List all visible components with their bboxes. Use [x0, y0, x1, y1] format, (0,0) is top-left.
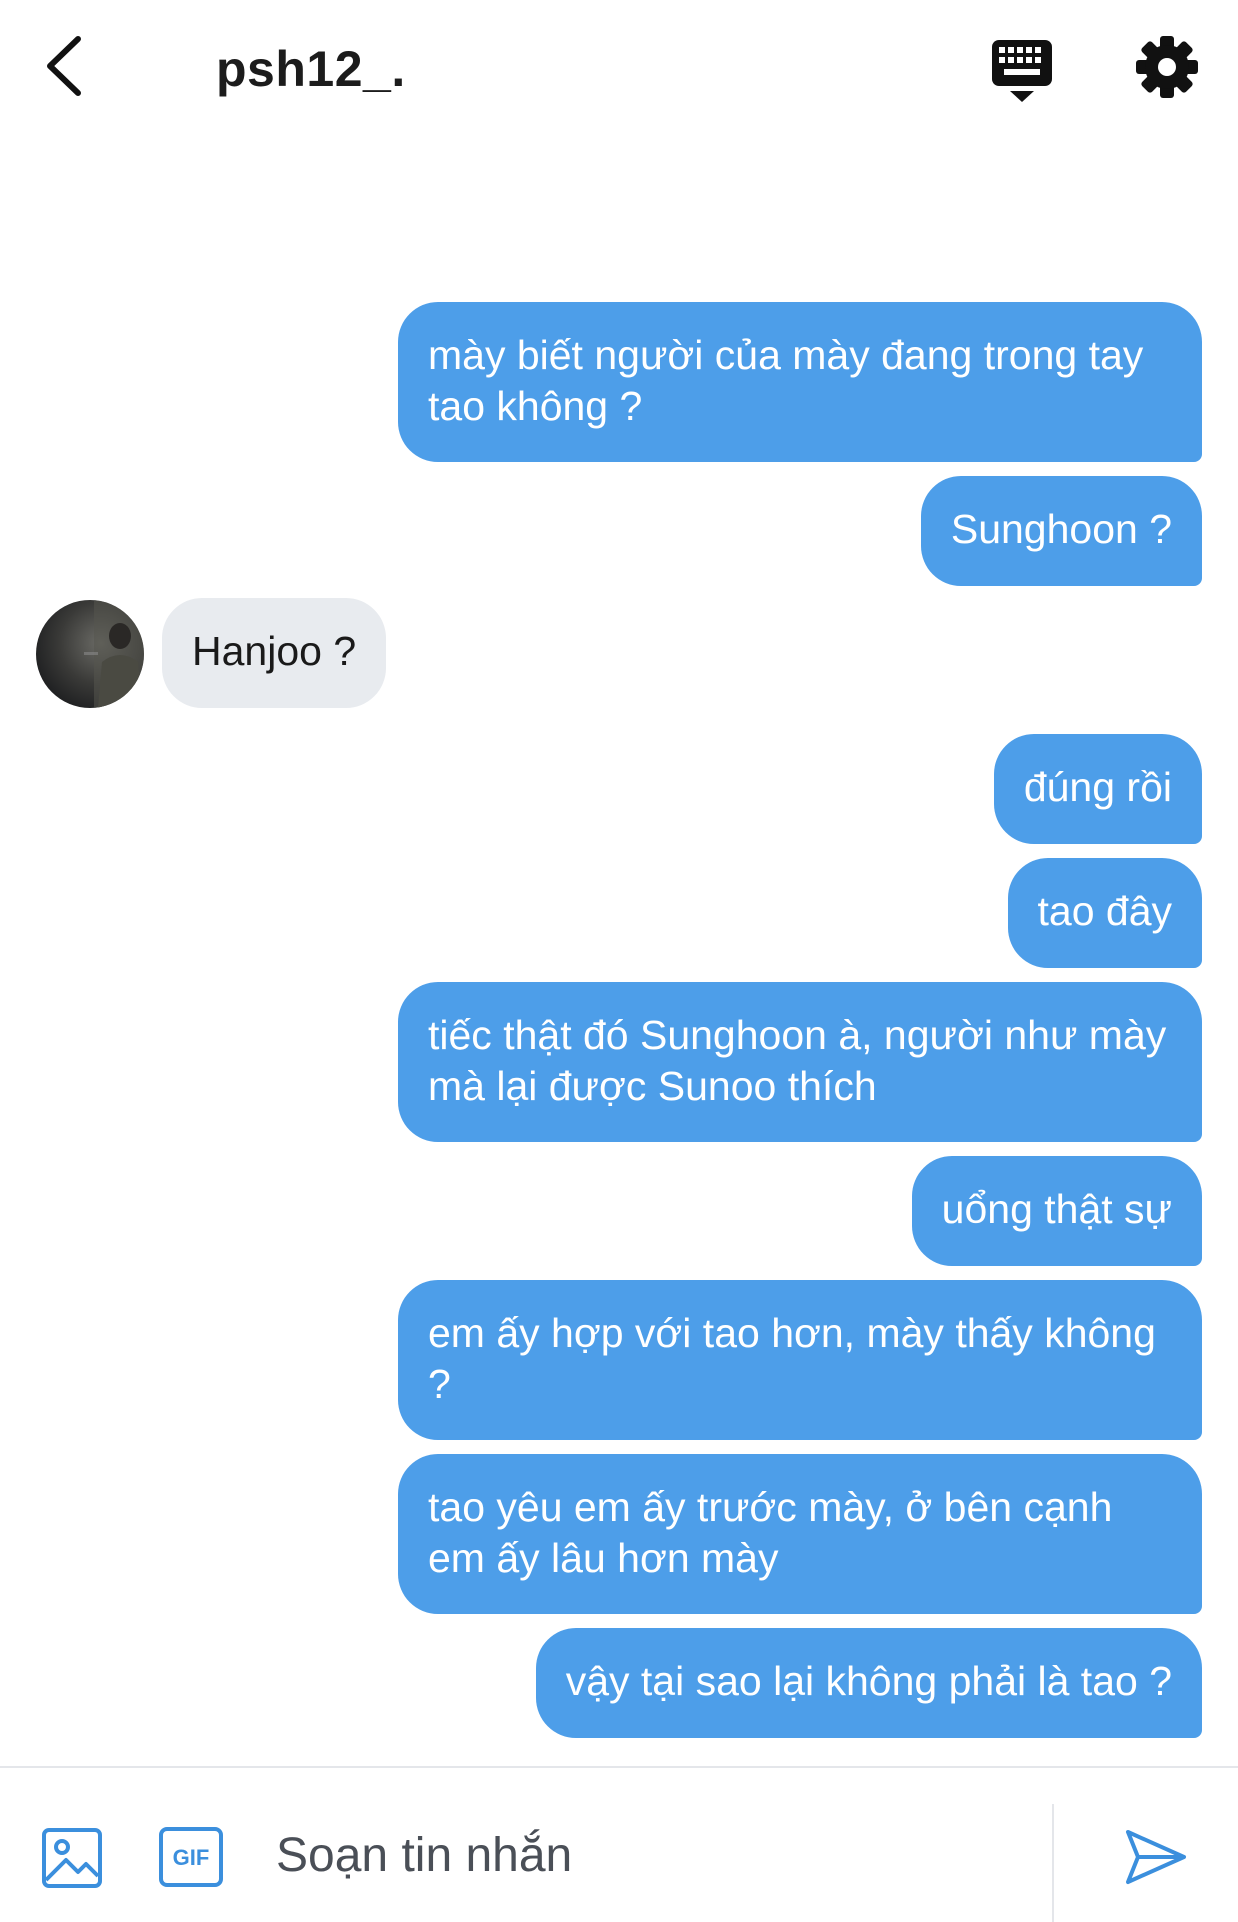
image-icon	[42, 1828, 102, 1888]
gear-icon	[1136, 36, 1198, 98]
avatar[interactable]	[36, 600, 144, 708]
contact-photo	[84, 600, 144, 708]
message-composer: GIF	[0, 1766, 1238, 1922]
gif-icon: GIF	[159, 1827, 223, 1887]
keyboard-toggle-button[interactable]	[988, 36, 1056, 104]
message-bubble-outgoing[interactable]: tao đây	[1007, 858, 1202, 968]
page-title[interactable]: psh12_.	[216, 40, 406, 98]
message-bubble-outgoing[interactable]: tao yêu em ấy trước mày, ở bên cạnh em ấ…	[398, 1454, 1202, 1614]
attach-image-button[interactable]	[40, 1826, 104, 1890]
settings-button[interactable]	[1134, 34, 1200, 100]
message-bubble-outgoing[interactable]: tiếc thật đó Sunghoon à, người như mày m…	[398, 982, 1202, 1142]
message-bubble-outgoing[interactable]: Sunghoon ?	[920, 476, 1202, 586]
back-button[interactable]	[40, 34, 88, 98]
message-input[interactable]	[276, 1820, 1036, 1890]
message-bubble-outgoing[interactable]: vậy tại sao lại không phải là tao ?	[535, 1628, 1202, 1738]
gif-label: GIF	[173, 1845, 210, 1870]
message-bubble-outgoing[interactable]: em ấy hợp với tao hơn, mày thấy không ?	[398, 1280, 1202, 1440]
send-button[interactable]	[1122, 1824, 1188, 1890]
chevron-left-icon	[47, 36, 81, 96]
message-list[interactable]: mày biết người của mày đang trong tay ta…	[0, 140, 1238, 1760]
conversation-header: psh12_.	[0, 0, 1238, 140]
keyboard-icon	[992, 40, 1052, 102]
message-bubble-outgoing[interactable]: đúng rồi	[993, 734, 1202, 844]
attach-gif-button[interactable]: GIF	[158, 1826, 224, 1888]
message-bubble-outgoing[interactable]: mày biết người của mày đang trong tay ta…	[398, 302, 1202, 462]
message-bubble-outgoing[interactable]: uổng thật sự	[911, 1156, 1202, 1266]
message-bubble-incoming[interactable]: Hanjoo ?	[162, 598, 387, 708]
divider	[1052, 1804, 1054, 1922]
send-icon	[1126, 1830, 1186, 1884]
